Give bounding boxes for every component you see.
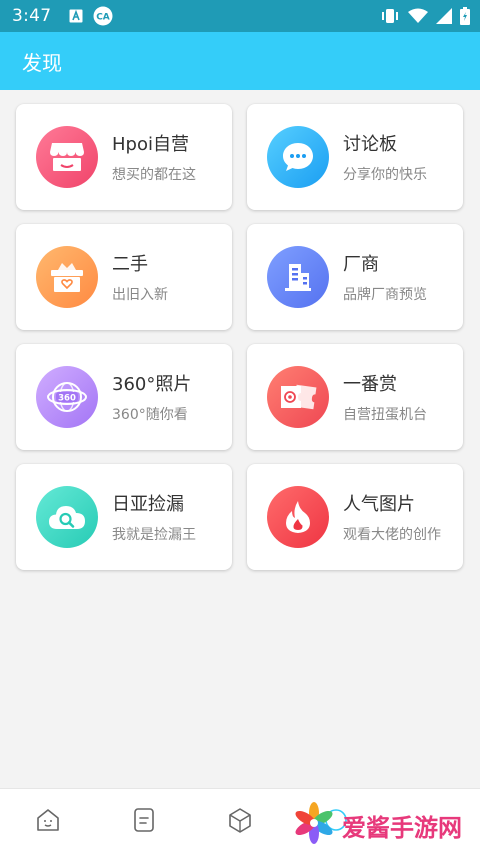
cloud-search-icon: [36, 486, 98, 548]
card-title: 一番赏: [343, 374, 397, 395]
shop-icon: [36, 126, 98, 188]
svg-text:CA: CA: [97, 13, 111, 23]
chat-icon: [267, 126, 329, 188]
flame-icon: [267, 486, 329, 548]
notes-icon: [130, 806, 158, 838]
signal-icon: [436, 8, 452, 24]
page-title: 发现: [22, 50, 62, 75]
nav-figures[interactable]: [192, 789, 288, 854]
card-secondhand[interactable]: 二手 出旧入新: [16, 224, 232, 330]
card-subtitle: 360°随你看: [112, 407, 188, 423]
card-amazon-jp-deals[interactable]: 日亚捡漏 我就是捡漏王: [16, 464, 232, 570]
vibrate-icon: [380, 8, 400, 24]
card-title: 厂商: [343, 254, 379, 275]
status-bar: 3:47 CA: [0, 0, 480, 32]
card-title: 360°照片: [112, 374, 192, 395]
card-subtitle: 我就是捡漏王: [112, 527, 196, 543]
home-icon: [34, 806, 62, 838]
wifi-icon: [408, 8, 428, 24]
flower-logo-icon: [292, 801, 336, 849]
card-subtitle: 出旧入新: [112, 287, 168, 303]
box-icon: [36, 246, 98, 308]
battery-icon: [460, 7, 470, 25]
nav-home[interactable]: [0, 789, 96, 854]
ca-icon: CA: [93, 6, 113, 26]
card-hpoi-shop[interactable]: Hpoi自营 想买的都在这: [16, 104, 232, 210]
a-icon: [69, 9, 83, 23]
card-subtitle: 品牌厂商预览: [343, 287, 427, 303]
status-time: 3:47: [12, 6, 52, 26]
ticket-icon: [267, 366, 329, 428]
cube-icon: [226, 806, 254, 838]
card-popular-images[interactable]: 人气图片 观看大佬的创作: [247, 464, 463, 570]
card-title: 人气图片: [343, 494, 415, 515]
card-360-photos[interactable]: 360 360°照片 360°随你看: [16, 344, 232, 450]
app-header: 发现: [0, 32, 480, 90]
building-icon: [267, 246, 329, 308]
card-manufacturers[interactable]: 厂商 品牌厂商预览: [247, 224, 463, 330]
card-subtitle: 分享你的快乐: [343, 167, 427, 183]
card-title: 日亚捡漏: [112, 494, 184, 515]
card-discussion-board[interactable]: 讨论板 分享你的快乐: [247, 104, 463, 210]
card-subtitle: 自营扭蛋机台: [343, 407, 427, 423]
card-subtitle: 想买的都在这: [112, 167, 196, 183]
card-title: Hpoi自营: [112, 134, 189, 155]
globe-360-icon: 360: [36, 366, 98, 428]
nav-notes[interactable]: [96, 789, 192, 854]
card-title: 二手: [112, 254, 148, 275]
card-subtitle: 观看大佬的创作: [343, 527, 441, 543]
card-ichiban-kuji[interactable]: 一番赏 自营扭蛋机台: [247, 344, 463, 450]
watermark-text: 爱酱手游网: [342, 813, 462, 842]
svg-text:360: 360: [58, 394, 76, 404]
card-title: 讨论板: [343, 134, 397, 155]
watermark: 爱酱手游网: [292, 800, 480, 850]
